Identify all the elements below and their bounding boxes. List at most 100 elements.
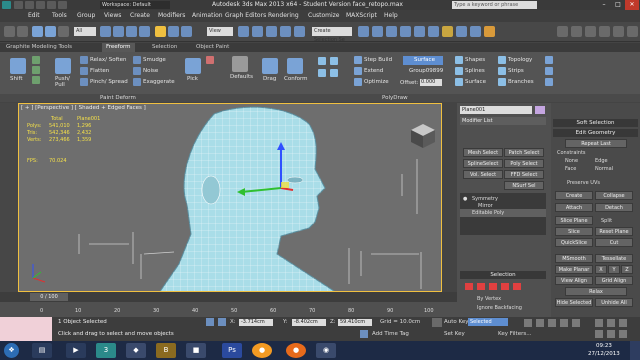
pan-view-icon[interactable] xyxy=(607,330,615,338)
optimize-label[interactable]: Optimize xyxy=(364,79,389,85)
preserve-uvs-checkbox[interactable]: Preserve UVs xyxy=(567,180,600,186)
render-setup-icon[interactable] xyxy=(456,26,467,37)
window-crossing-icon[interactable] xyxy=(139,26,150,37)
shapes-icon[interactable] xyxy=(455,56,463,64)
maxscript-listener[interactable] xyxy=(0,317,52,341)
noise-label[interactable]: Noise xyxy=(143,68,158,74)
select-scale-icon[interactable] xyxy=(181,26,192,37)
clock-date[interactable]: 27/12/2013 xyxy=(588,351,620,357)
step-build-icon[interactable] xyxy=(354,56,362,64)
pinch-spread-label[interactable]: Pinch/ Spread xyxy=(90,79,128,85)
shapes-label[interactable]: Shapes xyxy=(465,57,485,63)
field-of-view-icon[interactable] xyxy=(595,330,603,338)
repeat-last-button[interactable]: Repeat Last xyxy=(565,139,627,148)
smudge-label[interactable]: Smudge xyxy=(143,57,166,63)
noise-icon[interactable] xyxy=(133,67,141,75)
object-color-swatch[interactable] xyxy=(535,106,545,114)
strips-label[interactable]: Strips xyxy=(508,68,524,74)
polygon-mode-icon[interactable] xyxy=(501,283,509,290)
selection-rollout-header[interactable]: Selection xyxy=(460,271,546,279)
time-slider-thumb[interactable]: 0 / 100 xyxy=(30,293,68,301)
planar-x-button[interactable]: X xyxy=(595,265,607,274)
workspace-dropdown[interactable]: Workspace: Default xyxy=(100,1,170,9)
chrome-task-icon[interactable]: ● xyxy=(286,343,306,358)
close-button[interactable]: ✕ xyxy=(625,0,639,10)
ffd-select-button[interactable]: FFD Select xyxy=(504,170,544,179)
constraint-face-radio[interactable]: Face xyxy=(565,166,576,172)
rectangle-selection-icon[interactable] xyxy=(126,26,137,37)
bind-space-warp-icon[interactable] xyxy=(58,26,69,37)
maximize-button[interactable]: □ xyxy=(611,0,625,10)
stack-editable-poly[interactable]: Editable Poly xyxy=(472,210,504,216)
menu-maxscript[interactable]: MAXScript xyxy=(346,12,377,19)
planar-z-button[interactable]: Z xyxy=(621,265,633,274)
splines-icon[interactable] xyxy=(455,67,463,75)
modify-panel-icon[interactable] xyxy=(571,26,582,37)
cut-button[interactable]: Cut xyxy=(595,238,633,247)
make-planar-button[interactable]: Make Planar xyxy=(555,265,593,274)
surface2-label[interactable]: Surface xyxy=(465,79,486,85)
menu-group[interactable]: Group xyxy=(77,12,95,19)
split-checkbox[interactable]: Split xyxy=(601,218,612,224)
save-file-icon[interactable] xyxy=(36,1,45,9)
object-name-field[interactable]: Plane001 xyxy=(460,106,532,114)
quickslice-button[interactable]: QuickSlice xyxy=(555,238,593,247)
next-frame-icon[interactable] xyxy=(560,319,568,327)
pick-icon[interactable] xyxy=(185,58,201,74)
absolute-mode-icon[interactable] xyxy=(218,318,226,326)
by-vertex-checkbox[interactable]: By Vertex xyxy=(477,296,501,302)
angle-snap-icon[interactable] xyxy=(280,26,291,37)
perspective-viewport[interactable]: [ + ] [Perspective ] [ Shaded + Edged Fa… xyxy=(18,103,442,292)
set-key-button[interactable]: Set Key xyxy=(444,331,465,337)
slice-button[interactable]: Slice xyxy=(555,227,593,236)
flatten-label[interactable]: Flatten xyxy=(90,68,109,74)
explorer-task-icon[interactable]: ▤ xyxy=(32,343,52,358)
open-file-icon[interactable] xyxy=(25,1,34,9)
exaggerate-icon[interactable] xyxy=(133,78,141,86)
firefox-task-icon[interactable]: ● xyxy=(252,343,272,358)
undo-toolbar-icon[interactable] xyxy=(4,26,15,37)
y-coordinate-field[interactable]: -8.402cm xyxy=(292,319,326,326)
vertex-mode-icon[interactable] xyxy=(465,283,473,290)
play-icon[interactable] xyxy=(548,319,556,327)
percent-snap-icon[interactable] xyxy=(294,26,305,37)
menu-customize[interactable]: Customize xyxy=(308,12,340,19)
element-mode-icon[interactable] xyxy=(513,283,521,290)
patch-select-button[interactable]: Patch Select xyxy=(504,148,544,157)
app-task-icon[interactable]: ◉ xyxy=(316,343,336,358)
layer-manager-icon[interactable] xyxy=(386,26,397,37)
folder-task-icon[interactable]: ■ xyxy=(186,343,206,358)
select-move-icon[interactable] xyxy=(155,26,166,37)
optimize-icon[interactable] xyxy=(354,78,362,86)
branches-paint-icon[interactable] xyxy=(330,69,338,77)
hierarchy-panel-icon[interactable] xyxy=(585,26,596,37)
menu-create[interactable]: Create xyxy=(130,12,150,19)
redo-toolbar-icon[interactable] xyxy=(17,26,28,37)
orbit-icon[interactable] xyxy=(619,330,627,338)
surface-icon[interactable] xyxy=(455,78,463,86)
show-desktop-button[interactable] xyxy=(630,341,640,360)
head-mesh-render[interactable] xyxy=(19,104,442,292)
paint-connect-icon[interactable] xyxy=(545,67,553,75)
solve-surface-icon[interactable] xyxy=(545,56,553,64)
zoom-extents-icon[interactable] xyxy=(619,319,627,327)
start-button[interactable]: ❖ xyxy=(4,343,19,358)
track-bar[interactable]: 0 10 20 30 40 50 60 70 80 90 100 xyxy=(0,302,457,317)
relax-button[interactable]: Relax xyxy=(565,287,627,296)
vol-select-button[interactable]: Vol. Select xyxy=(463,170,503,179)
previous-frame-icon[interactable] xyxy=(536,319,544,327)
extend-label[interactable]: Extend xyxy=(364,68,383,74)
align-icon[interactable] xyxy=(372,26,383,37)
relax-soften-icon[interactable] xyxy=(80,56,88,64)
tab-object-paint[interactable]: Object Paint xyxy=(196,44,229,50)
curve-editor-icon[interactable] xyxy=(414,26,425,37)
soft-selection-rollout[interactable]: Soft Selection xyxy=(553,119,638,127)
select-manipulate-icon[interactable] xyxy=(252,26,263,37)
auto-key-button[interactable]: Auto Key xyxy=(444,319,469,325)
relax-soften-label[interactable]: Relax/ Soften xyxy=(90,57,126,63)
constraint-edge-radio[interactable]: Edge xyxy=(595,158,608,164)
modifier-list-dropdown[interactable]: Modifier List xyxy=(460,117,546,125)
tab-selection[interactable]: Selection xyxy=(152,44,177,50)
create-panel-icon[interactable] xyxy=(557,26,568,37)
search-input[interactable]: Type a keyword or phrase xyxy=(452,1,537,9)
